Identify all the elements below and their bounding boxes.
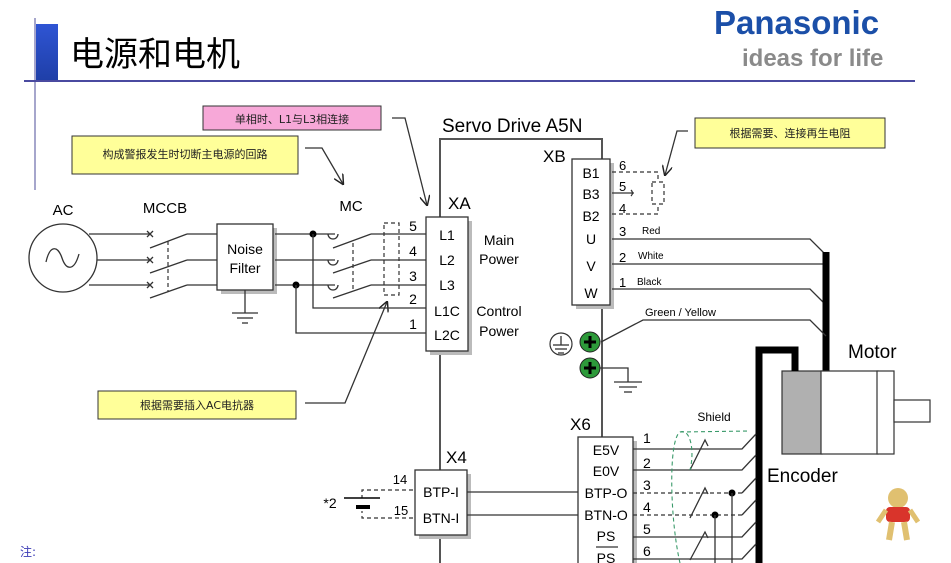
- svg-text:B1: B1: [582, 165, 599, 181]
- svg-text:14: 14: [393, 472, 407, 487]
- svg-text:W: W: [584, 285, 598, 301]
- svg-text:E5V: E5V: [593, 442, 620, 458]
- callout-single-phase-arrow: [392, 117, 427, 205]
- ground-screw-icon: [579, 331, 601, 353]
- slide-canvas: 电源和电机 Panasonic ideas for life 单相时、L1与L3…: [20, 4, 931, 563]
- svg-text:B2: B2: [582, 208, 599, 224]
- wire-color-black: Black: [637, 277, 662, 288]
- noise-filter-line2: Filter: [229, 260, 260, 276]
- callout-alarm-cutoff: 构成警报发生时切断主电源的回路: [71, 135, 343, 184]
- svg-text:BTN-I: BTN-I: [423, 510, 460, 526]
- svg-text:5: 5: [643, 521, 651, 537]
- callout-regen-resistor-arrow: [665, 130, 688, 175]
- svg-text:L2C: L2C: [434, 327, 460, 343]
- footnote-label: 注:: [20, 544, 36, 559]
- svg-text:4: 4: [643, 499, 651, 515]
- svg-text:V: V: [586, 258, 596, 274]
- protective-earth-icon: [549, 332, 573, 356]
- servo-drive-title: Servo Drive A5N: [442, 116, 582, 137]
- ground-icon: [232, 312, 258, 324]
- svg-text:L3: L3: [439, 277, 455, 293]
- mascot-watermark: [875, 488, 921, 541]
- svg-text:BTN-O: BTN-O: [584, 507, 628, 523]
- encoder-label: Encoder: [767, 466, 838, 487]
- ac-source-circle: [28, 223, 98, 293]
- svg-text:1: 1: [409, 316, 417, 332]
- main-power-label-2: Power: [479, 251, 519, 267]
- title-accent-bar: [36, 24, 58, 80]
- callout-regen-resistor-text: 根据需要、连接再生电阻: [730, 126, 851, 140]
- ground-icon: [614, 381, 642, 393]
- x6-label: X6: [570, 415, 591, 434]
- x4-label: X4: [446, 448, 467, 467]
- callout-regen-resistor: 根据需要、连接再生电阻: [665, 117, 886, 175]
- callout-ac-reactor-arrow: [305, 302, 387, 404]
- svg-text:BTP-I: BTP-I: [423, 484, 459, 500]
- svg-text:1: 1: [643, 430, 651, 446]
- x4-connector: X4 14 BTP-I 15 BTN-I *2: [323, 448, 578, 539]
- svg-text:2: 2: [409, 291, 417, 307]
- svg-text:5: 5: [409, 218, 417, 234]
- svg-text:6: 6: [619, 158, 626, 173]
- brand-logo: Panasonic: [714, 4, 879, 41]
- svg-text:2: 2: [643, 455, 651, 471]
- svg-text:L2: L2: [439, 252, 455, 268]
- callout-alarm-cutoff-arrow: [305, 147, 343, 184]
- svg-text:BTP-O: BTP-O: [585, 485, 628, 501]
- wire-color-red: Red: [642, 226, 660, 237]
- noise-filter-line1: Noise: [227, 241, 263, 257]
- page-title: 电源和电机: [70, 35, 240, 75]
- shield-label: Shield: [697, 410, 730, 424]
- mccb-label: MCCB: [143, 200, 187, 217]
- battery-note: *2: [323, 495, 336, 511]
- xb-label: XB: [543, 147, 566, 166]
- control-power-label: Control: [476, 303, 521, 319]
- mc-label: MC: [339, 198, 362, 215]
- xa-connector: XA 5 L1 4 L2 3 L3 2 L1C 1 L2C Main Power…: [409, 194, 522, 355]
- ac-source: AC: [28, 202, 98, 293]
- callout-ac-reactor: 根据需要插入AC电抗器: [97, 302, 387, 420]
- regen-resistor-icon: [651, 181, 665, 205]
- svg-text:4: 4: [409, 243, 417, 259]
- svg-text:3: 3: [409, 268, 417, 284]
- motor-shaft: [893, 399, 931, 423]
- svg-text:1: 1: [619, 275, 626, 290]
- svg-text:5: 5: [619, 179, 626, 194]
- x6-connector: X6 E5V 1 E0V 2 BTP-O 3 BTN-O 4 PS 5 PS 6: [570, 410, 757, 563]
- svg-text:L1: L1: [439, 227, 455, 243]
- ground-wire-label: Green / Yellow: [645, 307, 716, 319]
- svg-text:E0V: E0V: [593, 463, 620, 479]
- callout-single-phase-text: 单相时、L1与L3相连接: [235, 113, 349, 126]
- svg-text:PS: PS: [597, 550, 616, 563]
- motor-label: Motor: [848, 342, 897, 363]
- main-power-label: Main: [484, 232, 514, 248]
- svg-text:U: U: [586, 231, 596, 247]
- ac-label: AC: [53, 202, 74, 219]
- svg-text:PS: PS: [597, 528, 616, 544]
- control-power-label-2: Power: [479, 323, 519, 339]
- svg-text:6: 6: [643, 543, 651, 559]
- svg-text:L1C: L1C: [434, 303, 460, 319]
- filter-to-mc-wiring: [275, 230, 426, 334]
- svg-text:B3: B3: [582, 186, 599, 202]
- svg-text:2: 2: [619, 250, 626, 265]
- svg-text:3: 3: [643, 477, 651, 493]
- brand-tagline: ideas for life: [742, 45, 883, 72]
- noise-filter: Noise Filter: [216, 223, 277, 324]
- wire-color-white: White: [638, 251, 664, 262]
- svg-text:15: 15: [394, 503, 408, 518]
- mccb-breaker: MCCB: [143, 200, 217, 299]
- callout-alarm-cutoff-text: 构成警报发生时切断主电源的回路: [103, 147, 268, 161]
- callout-ac-reactor-text: 根据需要插入AC电抗器: [140, 398, 254, 412]
- svg-text:3: 3: [619, 224, 626, 239]
- ground-screw-icon: [579, 357, 601, 379]
- input-wiring: [89, 233, 150, 286]
- xa-label: XA: [448, 194, 471, 213]
- shield-ellipse: [671, 431, 693, 563]
